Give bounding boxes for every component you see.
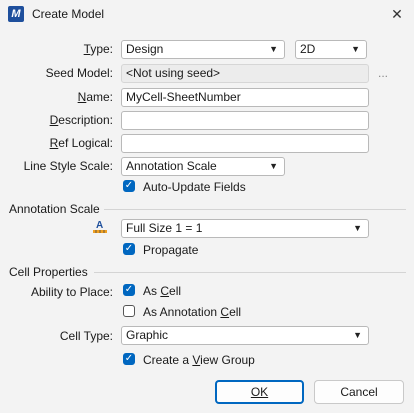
chevron-down-icon: ▼: [351, 44, 360, 54]
line-style-scale-dropdown[interactable]: Annotation Scale ▼: [121, 157, 285, 176]
cell-type-dropdown[interactable]: Graphic ▼: [121, 326, 369, 345]
line-style-scale-label: Line Style Scale:: [23, 159, 113, 173]
cell-type-value: Graphic: [126, 328, 169, 342]
close-button[interactable]: ✕: [384, 2, 410, 26]
seed-browse-button[interactable]: ...: [378, 66, 388, 80]
ok-label: OK: [250, 385, 269, 399]
chevron-down-icon: ▼: [269, 161, 278, 171]
window-title: Create Model: [32, 7, 105, 21]
section-divider: [104, 209, 406, 210]
annotation-scale-icon: A: [93, 219, 107, 235]
seed-model-label: Seed Model:: [45, 66, 113, 80]
cancel-button[interactable]: Cancel: [314, 380, 404, 404]
annotation-scale-section-title: Annotation Scale: [9, 202, 100, 216]
name-label: Name:: [77, 90, 113, 104]
type-label: Type:: [83, 42, 113, 56]
seed-model-field: <Not using seed>: [121, 64, 369, 83]
name-input[interactable]: MyCell-SheetNumber: [121, 88, 369, 107]
create-view-group-checkbox[interactable]: ✓: [123, 353, 135, 365]
propagate-checkbox[interactable]: ✓: [123, 243, 135, 255]
chevron-down-icon: ▼: [353, 330, 362, 340]
create-view-group-label: Create a View Group: [143, 353, 255, 367]
type-value: Design: [126, 42, 164, 56]
as-cell-checkbox[interactable]: ✓: [123, 284, 135, 296]
propagate-label: Propagate: [143, 243, 199, 257]
chevron-down-icon: ▼: [353, 223, 362, 233]
type-dropdown[interactable]: Design ▼: [121, 40, 285, 59]
dimension-dropdown[interactable]: 2D ▼: [295, 40, 367, 59]
ability-to-place-label: Ability to Place:: [30, 285, 113, 299]
annotation-scale-dropdown[interactable]: Full Size 1 = 1 ▼: [121, 219, 369, 238]
section-divider: [94, 272, 406, 273]
description-label: Description:: [49, 113, 113, 127]
line-style-scale-value: Annotation Scale: [126, 159, 217, 173]
microstation-icon: M: [8, 6, 24, 22]
svg-text:A: A: [96, 220, 103, 231]
as-cell-label: As Cell: [143, 284, 182, 298]
ref-logical-label: Ref Logical:: [49, 136, 113, 150]
auto-update-checkbox[interactable]: ✓: [123, 180, 135, 192]
description-input[interactable]: [121, 111, 369, 130]
as-annotation-cell-checkbox[interactable]: [123, 305, 135, 317]
cell-type-label: Cell Type:: [59, 329, 113, 343]
chevron-down-icon: ▼: [269, 44, 278, 54]
annotation-scale-value: Full Size 1 = 1: [126, 221, 203, 235]
as-annotation-cell-label: As Annotation Cell: [143, 305, 242, 319]
cell-properties-section-title: Cell Properties: [9, 265, 88, 279]
ok-button[interactable]: OK: [215, 380, 304, 404]
ref-logical-input[interactable]: [121, 134, 369, 153]
dimension-value: 2D: [300, 42, 316, 56]
auto-update-label: Auto-Update Fields: [143, 180, 246, 194]
